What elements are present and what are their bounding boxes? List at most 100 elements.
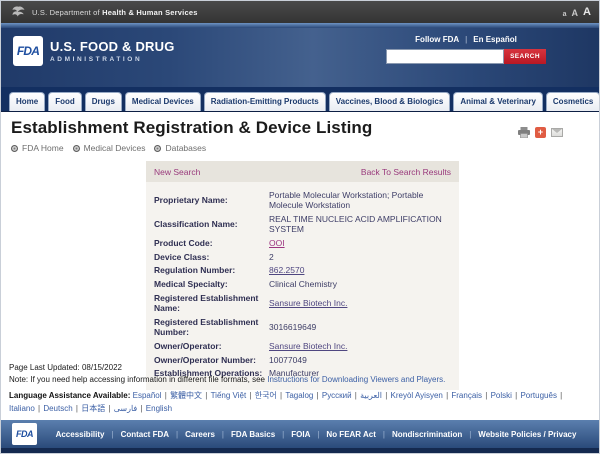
language-link-[interactable]: فارسی	[114, 404, 138, 413]
language-link-polski[interactable]: Polski	[491, 391, 512, 400]
language-separator: |	[202, 391, 211, 400]
fda-logo-text: FDA	[17, 44, 39, 58]
language-separator: |	[382, 391, 391, 400]
follow-fda-link[interactable]: Follow FDA	[415, 35, 459, 44]
footer-link-careers[interactable]: Careers	[185, 430, 215, 439]
language-link-[interactable]: Русский	[322, 391, 352, 400]
row-value-link-ooi[interactable]: OOI	[269, 238, 285, 248]
row-value-link-862-2570[interactable]: 862.2570	[269, 265, 304, 275]
hhs-department-label[interactable]: U.S. Department of Health & Human Servic…	[32, 8, 198, 17]
nav-tab-animal-veterinary[interactable]: Animal & Veterinary	[453, 92, 543, 111]
row-label-owner-operator: Owner/Operator:	[154, 340, 269, 354]
hhs-eagle-icon	[11, 5, 26, 19]
font-size-medium-button[interactable]: A	[572, 8, 579, 18]
nav-tab-cosmetics[interactable]: Cosmetics	[546, 92, 600, 111]
nav-tab-medical-devices[interactable]: Medical Devices	[125, 92, 201, 111]
language-separator: |	[162, 391, 171, 400]
row-value-link-sansure-biotech-inc[interactable]: Sansure Biotech Inc.	[269, 341, 347, 351]
language-link-espa-ol[interactable]: Español	[133, 391, 162, 400]
footer-fda-logo-text: FDA	[16, 429, 33, 439]
detail-card-header: New Search Back To Search Results	[146, 161, 459, 182]
nav-tab-home[interactable]: Home	[9, 92, 45, 111]
table-row: Classification Name:REAL TIME NUCLEIC AC…	[154, 212, 451, 236]
language-link-deutsch[interactable]: Deutsch	[43, 404, 72, 413]
fda-page: U.S. Department of Health & Human Servic…	[0, 0, 600, 454]
footer-bottom-strip	[1, 448, 600, 453]
email-icon[interactable]	[551, 128, 563, 137]
breadcrumb-item-fda-home[interactable]: FDA Home	[11, 143, 64, 153]
language-separator: |	[137, 404, 146, 413]
header-quick-links: Follow FDA | En Español	[386, 35, 546, 44]
print-icon[interactable]	[518, 127, 530, 138]
page-title: Establishment Registration & Device List…	[11, 118, 372, 138]
fda-brand: U.S. FOOD & DRUG ADMINISTRATION	[50, 39, 175, 63]
header-search-area: Follow FDA | En Español SEARCH	[386, 35, 546, 64]
footer-separator: |	[383, 430, 385, 439]
new-search-link[interactable]: New Search	[154, 167, 200, 177]
nav-tab-food[interactable]: Food	[48, 92, 82, 111]
language-link-[interactable]: 日本語	[81, 404, 105, 413]
language-assistance: Language Assistance Available: Español |…	[9, 390, 585, 416]
table-row: Owner/Operator Number:10077049	[154, 353, 451, 367]
page-action-icons: +	[518, 127, 563, 138]
footer-link-fda-basics[interactable]: FDA Basics	[231, 430, 275, 439]
footer-bar: FDA Accessibility | Contact FDA | Careers | FD…	[1, 420, 600, 448]
row-label-owner-operator-number: Owner/Operator Number:	[154, 353, 269, 367]
breadcrumb-bullet-icon	[154, 145, 161, 152]
breadcrumb-label: FDA Home	[22, 143, 64, 153]
language-link-italiano[interactable]: Italiano	[9, 404, 35, 413]
row-label-proprietary-name: Proprietary Name:	[154, 188, 269, 212]
footer-fda-logo[interactable]: FDA	[12, 423, 37, 445]
language-separator: |	[352, 391, 361, 400]
language-link-[interactable]: 繁體中文	[170, 391, 202, 400]
share-icon[interactable]: +	[535, 127, 546, 138]
footer-link-nondiscrimination[interactable]: Nondiscrimination	[392, 430, 462, 439]
row-value-medical-specialty: Clinical Chemistry	[269, 277, 451, 291]
font-size-small-button[interactable]: a	[563, 11, 567, 18]
nav-tab-vaccines-blood-biologics[interactable]: Vaccines, Blood & Biologics	[329, 92, 451, 111]
row-value-link-sansure-biotech-inc[interactable]: Sansure Biotech Inc.	[269, 298, 347, 308]
breadcrumb-label: Databases	[165, 143, 206, 153]
language-separator: |	[557, 391, 563, 400]
detail-table-body: Proprietary Name:Portable Molecular Work…	[154, 188, 451, 380]
footer-separator: |	[317, 430, 319, 439]
row-value-registered-establishment-name: Sansure Biotech Inc.	[269, 291, 451, 315]
search-input[interactable]	[386, 49, 504, 64]
table-row: Owner/Operator:Sansure Biotech Inc.	[154, 340, 451, 354]
footer-link-contact-fda[interactable]: Contact FDA	[121, 430, 169, 439]
language-link-krey-l-ayisyen[interactable]: Kreyòl Ayisyen	[391, 391, 443, 400]
footer-separator: |	[469, 430, 471, 439]
viewers-players-link[interactable]: Instructions for Downloading Viewers and…	[267, 375, 445, 384]
footer-link-accessibility[interactable]: Accessibility	[56, 430, 105, 439]
language-link-english[interactable]: English	[146, 404, 172, 413]
language-link-portugu-s[interactable]: Português	[520, 391, 556, 400]
language-separator: |	[105, 404, 114, 413]
en-espanol-link[interactable]: En Español	[473, 35, 517, 44]
row-value-owner-operator: Sansure Biotech Inc.	[269, 340, 451, 354]
language-link-ti-ng-vi-t[interactable]: Tiếng Việt	[211, 391, 247, 400]
nav-tab-radiation-emitting-products[interactable]: Radiation-Emitting Products	[204, 92, 326, 111]
fda-logo[interactable]: FDA	[13, 36, 43, 66]
language-separator: |	[246, 391, 255, 400]
breadcrumb-item-databases[interactable]: Databases	[154, 143, 206, 153]
language-link-[interactable]: العربية	[360, 391, 382, 400]
font-size-large-button[interactable]: A	[583, 6, 591, 18]
header-links-separator: |	[465, 35, 467, 44]
search-button[interactable]: SEARCH	[504, 49, 546, 64]
language-separator: |	[73, 404, 82, 413]
breadcrumb: FDA Home Medical Devices Databases	[11, 143, 372, 153]
footer-link-no-fear-act[interactable]: No FEAR Act	[326, 430, 375, 439]
language-link-tagalog[interactable]: Tagalog	[285, 391, 313, 400]
language-link-[interactable]: 한국어	[255, 391, 277, 400]
back-to-search-results-link[interactable]: Back To Search Results	[361, 167, 451, 177]
file-formats-note: Note: If you need help accessing informa…	[9, 375, 445, 384]
row-value-product-code: OOI	[269, 237, 451, 251]
footer-link-website-policies-privacy[interactable]: Website Policies / Privacy	[478, 430, 576, 439]
nav-tab-drugs[interactable]: Drugs	[85, 92, 122, 111]
fda-logo-group[interactable]: FDA U.S. FOOD & DRUG ADMINISTRATION	[13, 36, 175, 66]
breadcrumb-item-medical-devices[interactable]: Medical Devices	[73, 143, 146, 153]
breadcrumb-bullet-icon	[11, 145, 18, 152]
table-row: Registered Establishment Number:30166196…	[154, 315, 451, 339]
language-link-fran-ais[interactable]: Français	[451, 391, 482, 400]
footer-link-foia[interactable]: FOIA	[291, 430, 310, 439]
